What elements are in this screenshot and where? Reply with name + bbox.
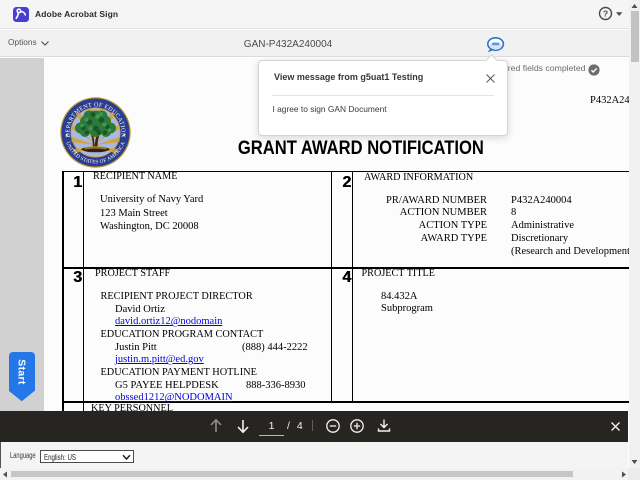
svg-text:?: ? [603,9,608,19]
